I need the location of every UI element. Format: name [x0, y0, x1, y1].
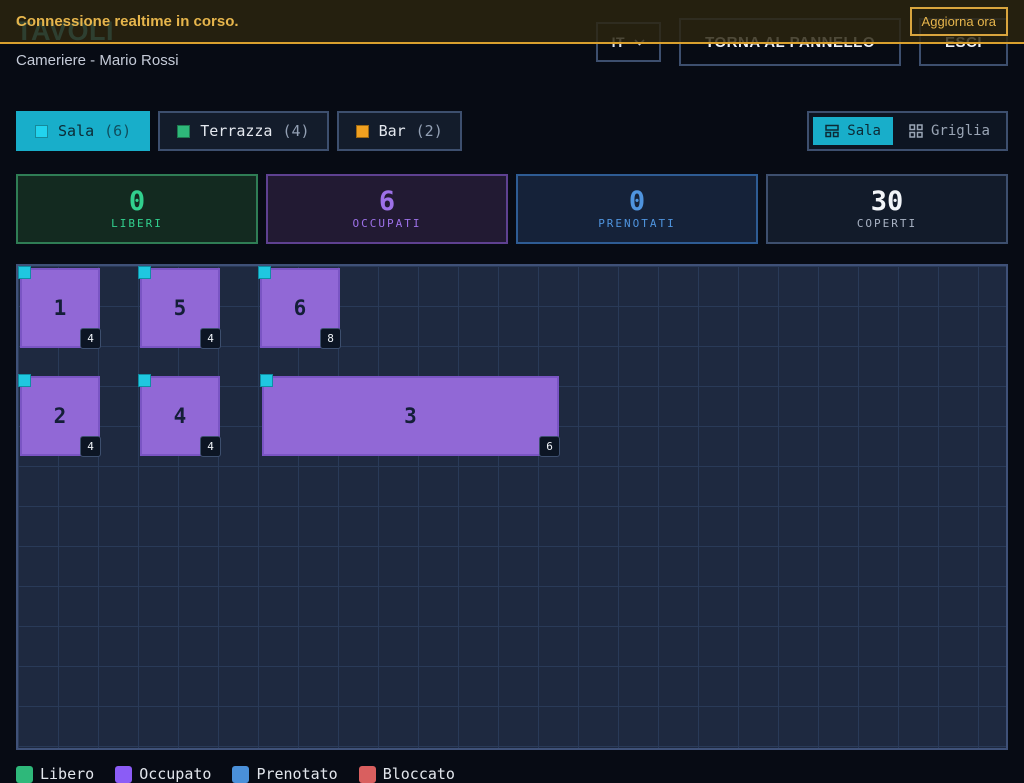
- floor-plan-icon: [825, 124, 839, 138]
- stat-card-prenotati: 0 PRENOTATI: [516, 174, 758, 244]
- stat-value: 6: [379, 188, 395, 215]
- zone-tab-terrazza[interactable]: Terrazza (4): [158, 111, 328, 151]
- zone-tab-count: (6): [104, 122, 131, 140]
- table-capacity-badge: 4: [80, 328, 101, 349]
- zone-tab-label: Sala: [58, 122, 94, 140]
- realtime-banner: Connessione realtime in corso. Aggiorna …: [0, 0, 1024, 44]
- stats-row: 0 LIBERI 6 OCCUPATI 0 PRENOTATI 30 COPER…: [0, 174, 1024, 244]
- stat-label: LIBERI: [111, 217, 163, 230]
- bloccato-swatch-icon: [359, 766, 376, 783]
- table-capacity-badge: 4: [200, 328, 221, 349]
- banner-message: Connessione realtime in corso.: [16, 13, 239, 30]
- table-capacity-badge: 8: [320, 328, 341, 349]
- stat-value: 0: [629, 188, 645, 215]
- table-4[interactable]: 4 4: [140, 376, 220, 456]
- table-capacity-badge: 6: [539, 436, 560, 457]
- table-drag-handle[interactable]: [18, 266, 31, 279]
- view-toggle-grid-button[interactable]: Griglia: [897, 117, 1002, 145]
- table-number: 1: [54, 296, 67, 320]
- table-drag-handle[interactable]: [138, 374, 151, 387]
- table-number: 6: [294, 296, 307, 320]
- table-2[interactable]: 2 4: [20, 376, 100, 456]
- zone-color-square-icon: [35, 125, 48, 138]
- table-capacity-badge: 4: [200, 436, 221, 457]
- zone-tabs: Sala (6) Terrazza (4) Bar (2): [16, 111, 462, 151]
- stat-card-coperti: 30 COPERTI: [766, 174, 1008, 244]
- occupato-swatch-icon: [115, 766, 132, 783]
- libero-swatch-icon: [16, 766, 33, 783]
- table-number: 3: [404, 404, 417, 428]
- table-drag-handle[interactable]: [18, 374, 31, 387]
- zone-color-square-icon: [177, 125, 190, 138]
- table-5[interactable]: 5 4: [140, 268, 220, 348]
- zone-tab-count: (2): [416, 122, 443, 140]
- zone-color-square-icon: [356, 125, 369, 138]
- stat-card-occupati: 6 OCCUPATI: [266, 174, 508, 244]
- stat-label: COPERTI: [857, 217, 917, 230]
- table-drag-handle[interactable]: [138, 266, 151, 279]
- table-capacity-badge: 4: [80, 436, 101, 457]
- stat-label: PRENOTATI: [598, 217, 676, 230]
- zone-tab-count: (4): [282, 122, 309, 140]
- prenotato-swatch-icon: [232, 766, 249, 783]
- zone-tab-sala[interactable]: Sala (6): [16, 111, 150, 151]
- stat-value: 30: [871, 188, 904, 215]
- table-drag-handle[interactable]: [260, 374, 273, 387]
- table-number: 2: [54, 404, 67, 428]
- view-toggle: Sala Griglia: [807, 111, 1008, 151]
- table-3[interactable]: 3 6: [262, 376, 559, 456]
- zone-tab-bar[interactable]: Bar (2): [337, 111, 462, 151]
- view-toggle-floor-button[interactable]: Sala: [813, 117, 893, 145]
- stat-label: OCCUPATI: [353, 217, 422, 230]
- grid-icon: [909, 124, 923, 138]
- table-6[interactable]: 6 8: [260, 268, 340, 348]
- stat-card-liberi: 0 LIBERI: [16, 174, 258, 244]
- table-drag-handle[interactable]: [258, 266, 271, 279]
- zone-tab-label: Bar: [379, 122, 406, 140]
- zone-tab-label: Terrazza: [200, 122, 272, 140]
- stat-value: 0: [129, 188, 145, 215]
- floor-plan: 1 4 5 4 6 8 2 4 4 4 3 6: [16, 264, 1008, 750]
- toolbar: Sala (6) Terrazza (4) Bar (2) Sala: [0, 111, 1024, 151]
- table-1[interactable]: 1 4: [20, 268, 100, 348]
- refresh-now-button[interactable]: Aggiorna ora: [910, 7, 1008, 36]
- table-number: 4: [174, 404, 187, 428]
- table-number: 5: [174, 296, 187, 320]
